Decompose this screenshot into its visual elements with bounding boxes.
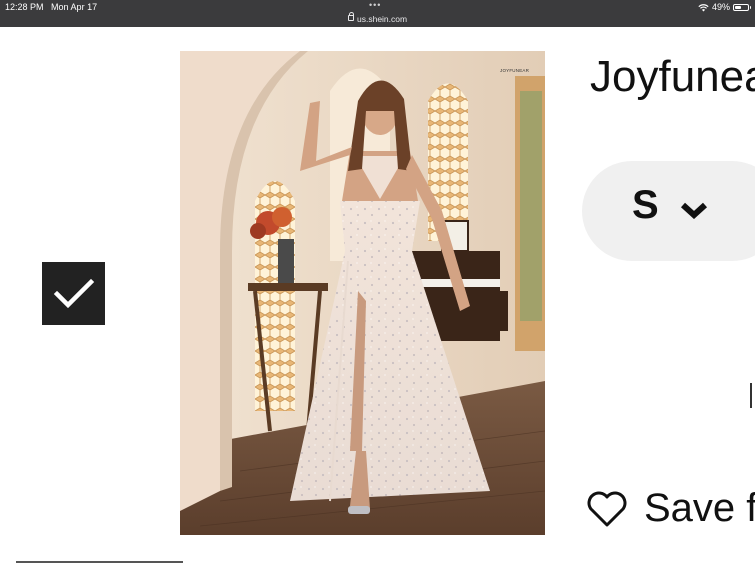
size-select[interactable]: S	[582, 161, 755, 261]
status-indicators: 49%	[698, 2, 751, 12]
status-date: Mon Apr 17	[51, 2, 98, 12]
status-clock: 12:28 PM	[5, 2, 44, 12]
status-time: 12:28 PM Mon Apr 17	[5, 2, 97, 12]
wifi-icon	[698, 3, 709, 12]
battery-fill	[735, 5, 741, 9]
status-bar: 12:28 PM Mon Apr 17 ••• us.shein.com 49%	[0, 0, 755, 27]
chevron-down-icon	[680, 202, 708, 219]
product-title: Joyfunea	[590, 52, 755, 101]
size-value: S	[632, 183, 659, 227]
multitask-dots[interactable]: •••	[369, 0, 381, 10]
lock-icon	[348, 12, 354, 21]
check-icon	[53, 278, 94, 308]
save-label: Save f	[644, 486, 755, 530]
heart-icon	[587, 491, 627, 526]
product-image[interactable]: JOYFUNEAR	[180, 51, 545, 535]
battery-percent: 49%	[711, 2, 730, 12]
battery-icon	[733, 3, 751, 11]
address-bar[interactable]: us.shein.com	[348, 12, 408, 24]
scroll-indicator[interactable]	[750, 383, 752, 408]
checkbox[interactable]	[42, 262, 105, 325]
brand-watermark: JOYFUNEAR	[500, 68, 530, 73]
dress-photo	[180, 51, 545, 535]
url-text: us.shein.com	[357, 14, 408, 24]
home-indicator	[16, 561, 183, 563]
save-button[interactable]: Save f	[586, 486, 755, 531]
